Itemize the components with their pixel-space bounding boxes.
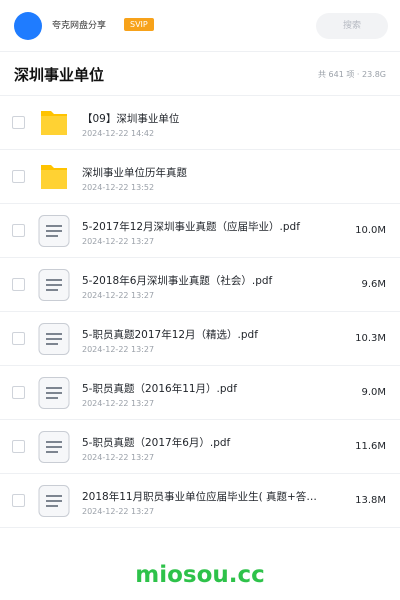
svip-badge: SVIP bbox=[124, 18, 154, 31]
file-size: 10.3M bbox=[355, 333, 386, 344]
document-icon bbox=[38, 485, 70, 517]
watermark-text: miosou.cc bbox=[135, 562, 265, 588]
list-item[interactable]: 5-职员真题2017年12月（精选）.pdf 2024-12-22 13:27 … bbox=[0, 312, 400, 366]
file-date: 2024-12-22 13:27 bbox=[82, 399, 155, 408]
file-size: 10.0M bbox=[355, 225, 386, 236]
file-name[interactable]: 5-职员真题2017年12月（精选）.pdf bbox=[82, 328, 322, 342]
page-title: 深圳事业单位 bbox=[14, 66, 105, 84]
file-size: 11.6M bbox=[355, 441, 386, 452]
file-name[interactable]: 深圳事业单位历年真题 bbox=[82, 166, 322, 180]
file-name[interactable]: 5-职员真题（2016年11月）.pdf bbox=[82, 382, 322, 396]
file-size: 13.8M bbox=[355, 495, 386, 506]
select-checkbox[interactable] bbox=[12, 116, 25, 129]
select-checkbox[interactable] bbox=[12, 278, 25, 291]
document-icon bbox=[38, 215, 70, 247]
file-name[interactable]: 5-职员真题（2017年6月）.pdf bbox=[82, 436, 322, 450]
select-checkbox[interactable] bbox=[12, 494, 25, 507]
file-name[interactable]: 【09】深圳事业单位 bbox=[82, 112, 322, 126]
folder-summary: 共 641 项 · 23.8G bbox=[318, 70, 386, 79]
header: 夸克网盘分享 SVIP bbox=[0, 0, 400, 52]
file-date: 2024-12-22 14:42 bbox=[82, 129, 155, 138]
list-item[interactable]: 深圳事业单位历年真题 2024-12-22 13:52 bbox=[0, 150, 400, 204]
folder-icon bbox=[38, 161, 70, 193]
app-name: 夸克网盘分享 bbox=[52, 21, 107, 31]
list-item[interactable]: 【09】深圳事业单位 2024-12-22 14:42 bbox=[0, 96, 400, 150]
list-item[interactable]: 5-职员真题（2017年6月）.pdf 2024-12-22 13:27 11.… bbox=[0, 420, 400, 474]
list-item[interactable]: 5-职员真题（2016年11月）.pdf 2024-12-22 13:27 9.… bbox=[0, 366, 400, 420]
file-date: 2024-12-22 13:27 bbox=[82, 291, 155, 300]
file-size: 9.6M bbox=[361, 279, 386, 290]
search-input[interactable] bbox=[316, 13, 388, 39]
file-date: 2024-12-22 13:27 bbox=[82, 507, 155, 516]
share-page: 夸克网盘分享 SVIP 深圳事业单位 共 641 项 · 23.8G 【09】深… bbox=[0, 0, 400, 600]
file-name[interactable]: 2018年11月职员事业单位应届毕业生( 真题+答… bbox=[82, 490, 322, 504]
select-checkbox[interactable] bbox=[12, 332, 25, 345]
folder-title-row: 深圳事业单位 共 641 项 · 23.8G bbox=[0, 52, 400, 96]
select-checkbox[interactable] bbox=[12, 224, 25, 237]
file-name[interactable]: 5-2017年12月深圳事业真题（应届毕业）.pdf bbox=[82, 220, 322, 234]
avatar[interactable] bbox=[14, 12, 42, 40]
document-icon bbox=[38, 323, 70, 355]
document-icon bbox=[38, 431, 70, 463]
select-checkbox[interactable] bbox=[12, 386, 25, 399]
file-size: 9.0M bbox=[361, 387, 386, 398]
folder-icon bbox=[38, 107, 70, 139]
file-list: 【09】深圳事业单位 2024-12-22 14:42 深圳事业单位历年真题 2… bbox=[0, 96, 400, 528]
list-item[interactable]: 5-2017年12月深圳事业真题（应届毕业）.pdf 2024-12-22 13… bbox=[0, 204, 400, 258]
list-item[interactable]: 2018年11月职员事业单位应届毕业生( 真题+答… 2024-12-22 13… bbox=[0, 474, 400, 528]
document-icon bbox=[38, 269, 70, 301]
file-date: 2024-12-22 13:27 bbox=[82, 237, 155, 246]
list-item[interactable]: 5-2018年6月深圳事业真题（社会）.pdf 2024-12-22 13:27… bbox=[0, 258, 400, 312]
select-checkbox[interactable] bbox=[12, 440, 25, 453]
document-icon bbox=[38, 377, 70, 409]
select-checkbox[interactable] bbox=[12, 170, 25, 183]
file-date: 2024-12-22 13:27 bbox=[82, 345, 155, 354]
file-date: 2024-12-22 13:27 bbox=[82, 453, 155, 462]
file-name[interactable]: 5-2018年6月深圳事业真题（社会）.pdf bbox=[82, 274, 322, 288]
file-date: 2024-12-22 13:52 bbox=[82, 183, 155, 192]
